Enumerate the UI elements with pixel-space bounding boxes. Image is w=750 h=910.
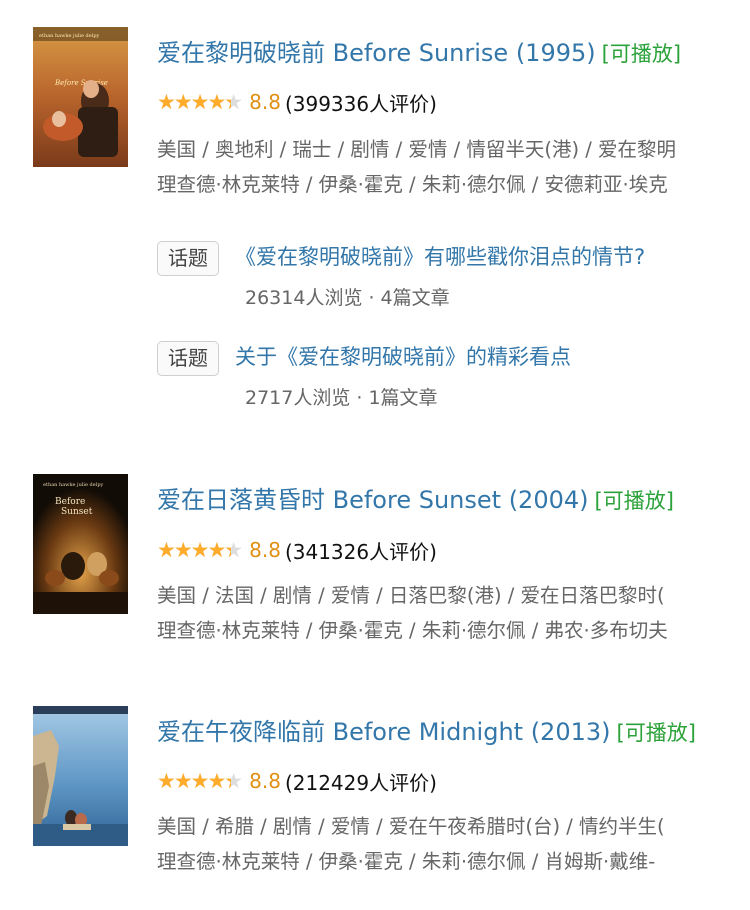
rating-value: 8.8 <box>249 538 281 562</box>
rating-stars-fill: ★★★★★ <box>157 91 231 113</box>
rating-value: 8.8 <box>249 769 281 793</box>
topic-title-link[interactable]: 关于《爱在黎明破晓前》的精彩看点 <box>235 341 571 374</box>
movie-meta-cast: 理查德·林克莱特 / 伊桑·霍克 / 朱莉·德尔佩 / 肖姆斯·戴维- <box>157 850 656 873</box>
movie-poster[interactable]: ethan hawke julie delpy Before Sunrise <box>33 27 128 167</box>
poster-image: ethan hawke julie delpy Before Sunset <box>33 474 128 614</box>
movie-poster[interactable]: ethan hawke julie delpy Before Sunset <box>33 474 128 614</box>
poster-image: ethan hawke julie delpy Before Sunrise <box>33 27 128 167</box>
rating-row: ★★★★★★★★★★ 8.8 (399336人评价) <box>157 89 437 116</box>
rating-stars-fill: ★★★★★ <box>157 770 231 792</box>
svg-text:ethan hawke julie delpy: ethan hawke julie delpy <box>43 482 104 488</box>
movie-title-link[interactable]: 爱在黎明破晓前 Before Sunrise (1995) <box>157 39 596 67</box>
topic-tag[interactable]: 话题 <box>157 341 219 376</box>
rating-row: ★★★★★★★★★★ 8.8 (212429人评价) <box>157 768 437 795</box>
movie-meta-info: 美国 / 希腊 / 剧情 / 爱情 / 爱在午夜希腊时(台) / 情约半生( <box>157 815 665 838</box>
rating-count: (399336人评价) <box>284 91 437 116</box>
topic-tag[interactable]: 话题 <box>157 241 219 276</box>
rating-row: ★★★★★★★★★★ 8.8 (341326人评价) <box>157 537 437 564</box>
movie-meta-info: 美国 / 法国 / 剧情 / 爱情 / 日落巴黎(港) / 爱在日落巴黎时( <box>157 584 665 607</box>
svg-text:ethan hawke julie delpy: ethan hawke julie delpy <box>39 33 100 39</box>
rating-value: 8.8 <box>249 90 281 114</box>
rating-count: (341326人评价) <box>284 539 437 564</box>
rating-stars-fill: ★★★★★ <box>157 539 231 561</box>
movie-title-row: 爱在日落黄昏时 Before Sunset (2004) [可播放] <box>157 480 674 515</box>
rating-count: (212429人评价) <box>284 770 437 795</box>
topic-item: 话题 《爱在黎明破晓前》有哪些戳你泪点的情节? 26314人浏览 · 4篇文章 <box>157 241 750 321</box>
topic-stats: 26314人浏览 · 4篇文章 <box>245 287 450 309</box>
poster-image <box>33 706 128 846</box>
svg-text:Sunset: Sunset <box>61 507 93 517</box>
movie-title-row: 爱在黎明破晓前 Before Sunrise (1995) [可播放] <box>157 33 681 68</box>
playable-badge[interactable]: [可播放] <box>595 489 674 513</box>
topic-item: 话题 关于《爱在黎明破晓前》的精彩看点 2717人浏览 · 1篇文章 <box>157 341 750 421</box>
movie-title-link[interactable]: 爱在午夜降临前 Before Midnight (2013) <box>157 718 611 746</box>
movie-meta-info: 美国 / 奥地利 / 瑞士 / 剧情 / 爱情 / 情留半天(港) / 爱在黎明 <box>157 138 677 161</box>
movie-poster[interactable] <box>33 706 128 846</box>
movie-title-row: 爱在午夜降临前 Before Midnight (2013) [可播放] <box>157 712 696 747</box>
rating-stars: ★★★★★★★★★★ <box>157 768 243 793</box>
movie-meta-cast: 理查德·林克莱特 / 伊桑·霍克 / 朱莉·德尔佩 / 弗农·多布切夫 <box>157 619 668 642</box>
topic-stats: 2717人浏览 · 1篇文章 <box>245 387 438 409</box>
movie-title-link[interactable]: 爱在日落黄昏时 Before Sunset (2004) <box>157 486 589 514</box>
topic-title-link[interactable]: 《爱在黎明破晓前》有哪些戳你泪点的情节? <box>235 241 645 274</box>
playable-badge[interactable]: [可播放] <box>617 721 696 745</box>
movie-meta-cast: 理查德·林克莱特 / 伊桑·霍克 / 朱莉·德尔佩 / 安德莉亚·埃克 <box>157 173 668 196</box>
rating-stars: ★★★★★★★★★★ <box>157 89 243 114</box>
rating-stars: ★★★★★★★★★★ <box>157 537 243 562</box>
playable-badge[interactable]: [可播放] <box>602 42 681 66</box>
svg-text:Before: Before <box>55 497 85 507</box>
